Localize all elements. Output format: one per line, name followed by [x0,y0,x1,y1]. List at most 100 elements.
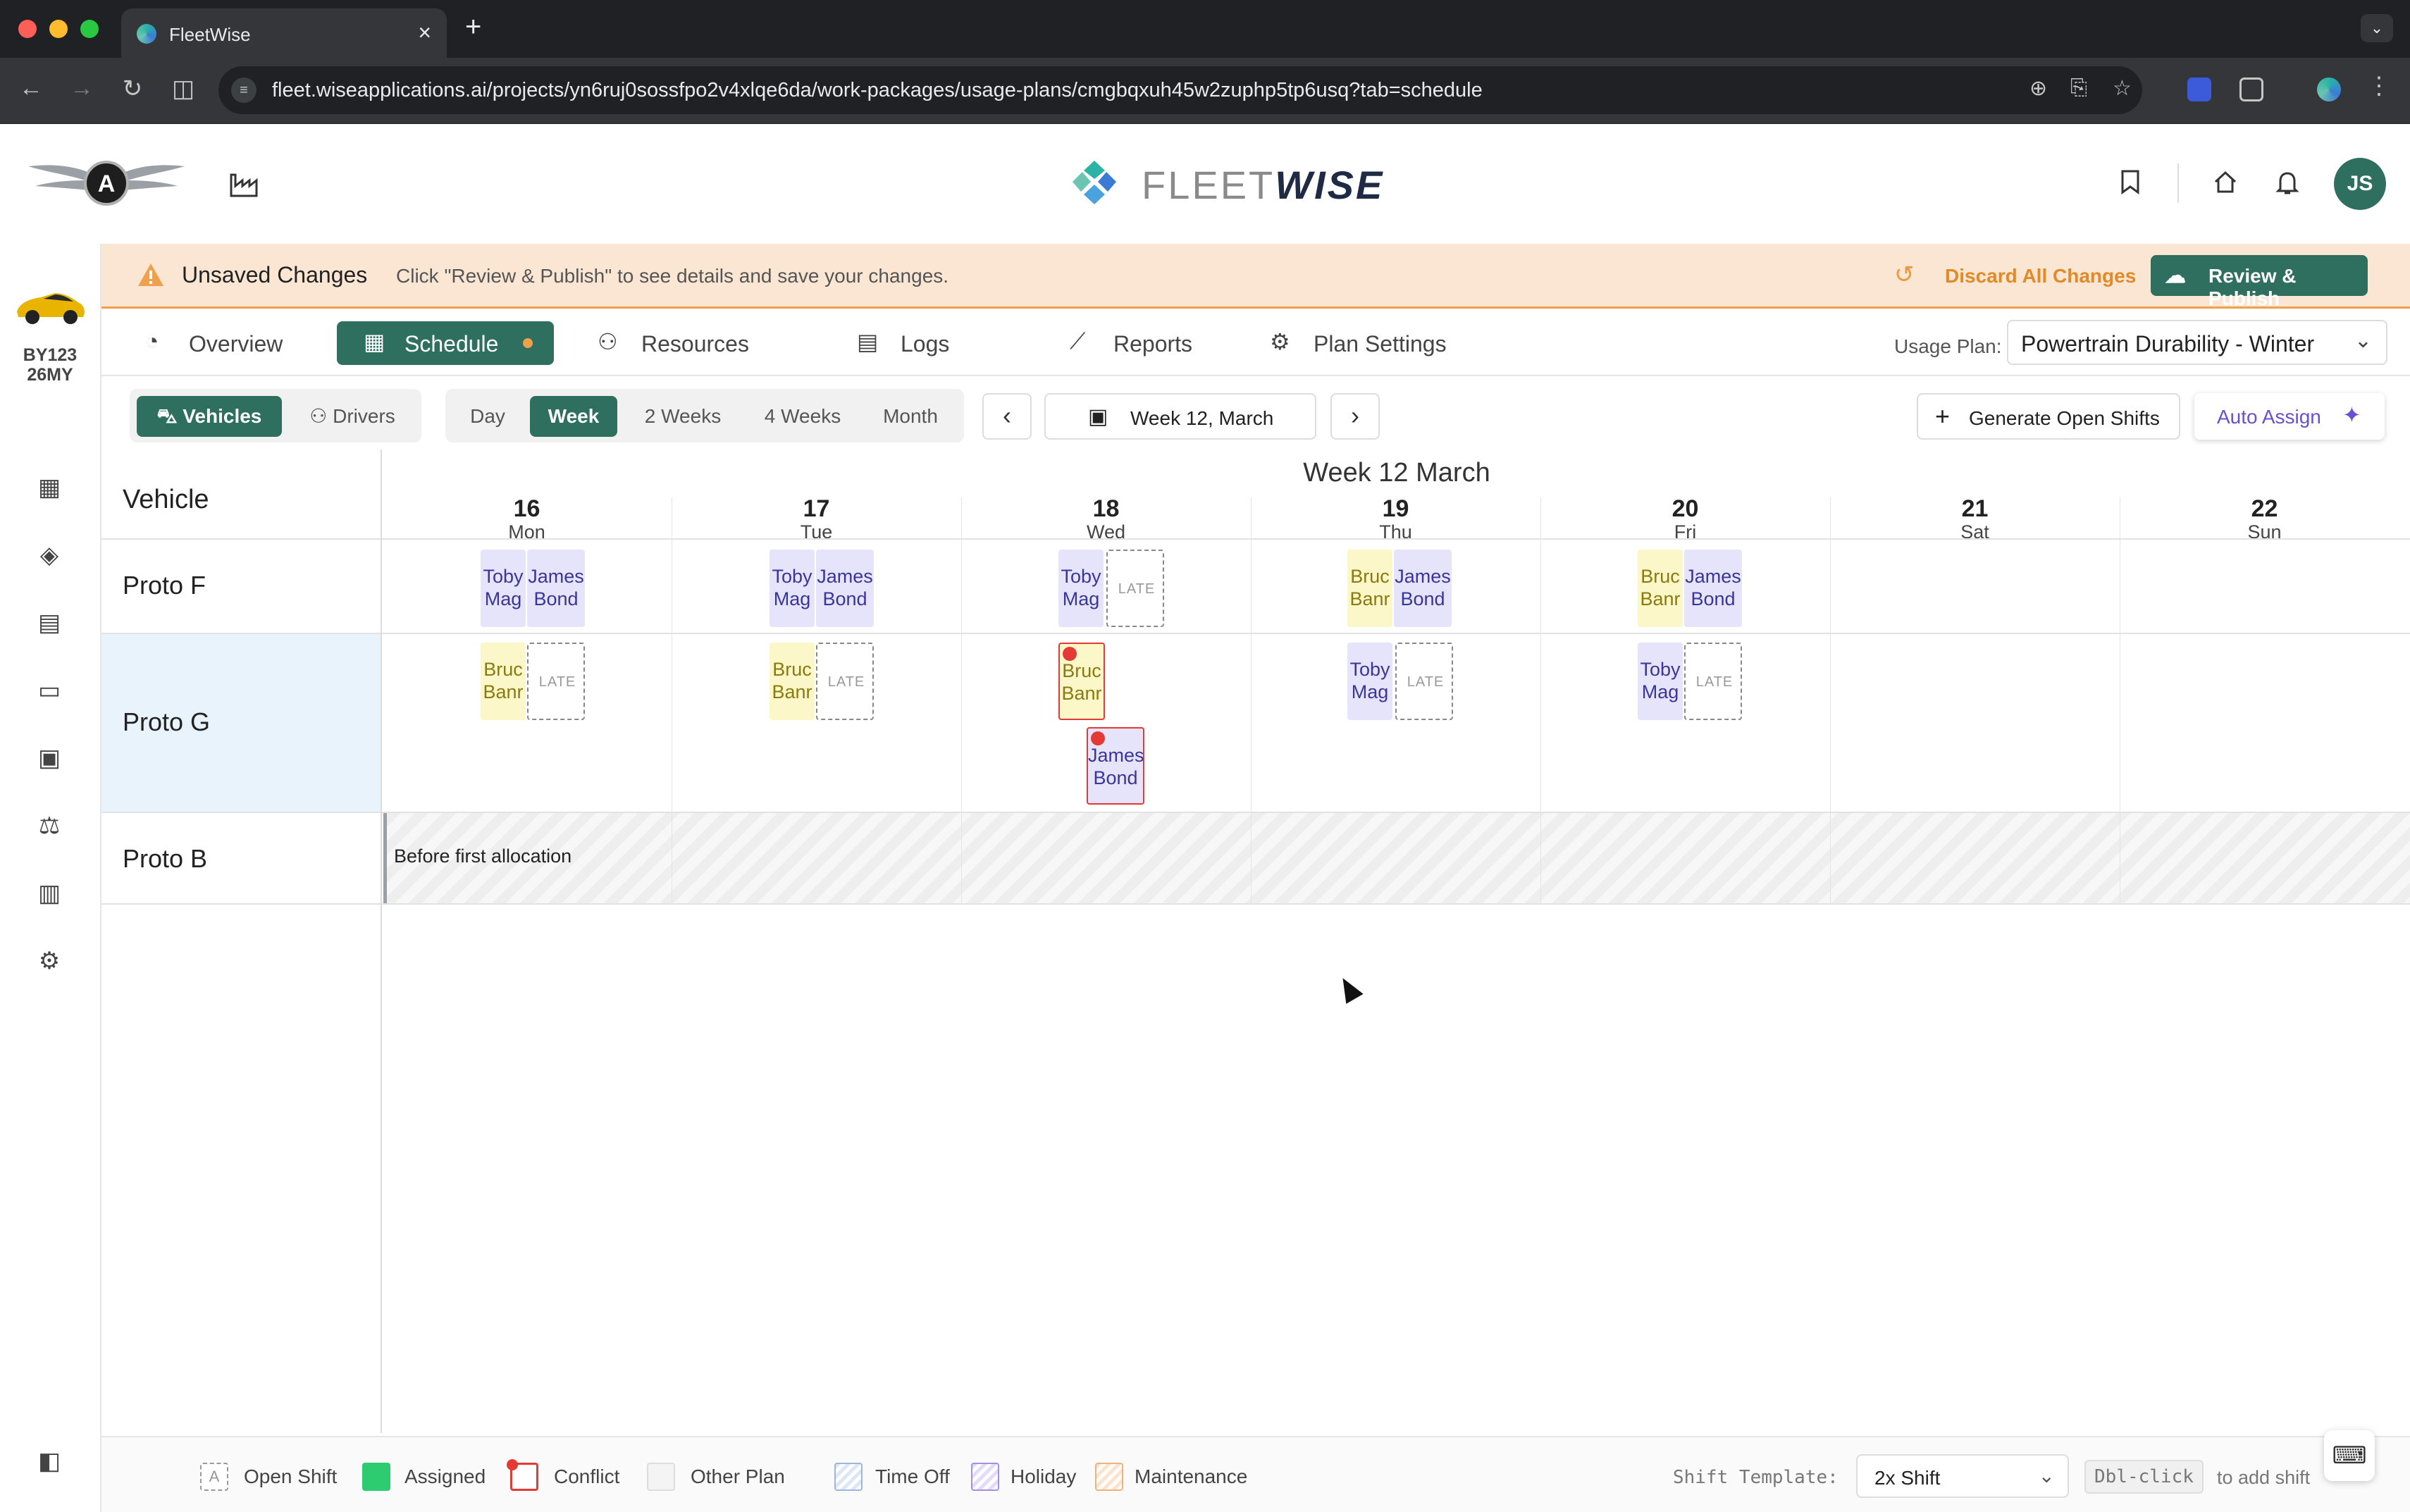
address-url[interactable]: fleet.wiseapplications.ai/projects/yn6ru… [272,79,1483,102]
week-picker-button[interactable]: ▣ Week 12, March [1044,393,1316,440]
install-app-icon[interactable]: ⎘ [2070,76,2087,100]
factory-icon[interactable] [228,171,259,199]
assistant-bot-icon[interactable]: ⌨ [2324,1430,2375,1481]
calendar-icon[interactable]: ▣ [31,740,68,776]
folder-icon[interactable]: ▭ [31,672,68,709]
usage-plan-label: Usage Plan: [1894,335,2002,357]
tab-schedule[interactable]: ▦ Schedule [337,321,554,365]
home-icon[interactable] [2213,169,2238,202]
tab-search-icon[interactable]: ⌄ [2361,14,2393,42]
range-month-button[interactable]: Month [868,396,953,437]
notifications-bell-icon[interactable] [2275,169,2300,203]
previous-week-button[interactable]: ‹ [982,393,1032,440]
window-zoom-button[interactable] [80,20,99,38]
bookmark-star-icon[interactable]: ☆ [2113,76,2132,101]
shift-template-select[interactable]: 2x Shift ⌄ [1856,1454,2069,1498]
tab-plan-settings[interactable]: ⚙ Plan Settings [1270,321,1467,365]
drivers-view-button[interactable]: ⚇ Drivers [289,396,416,437]
legend-time-off: Time Off [875,1465,950,1487]
shift-card[interactable]: James Bond [1684,550,1742,627]
package-box-icon[interactable]: ◈ [31,537,68,574]
reload-icon[interactable]: ↻ [116,75,149,103]
shift-card-conflict[interactable]: James Bond [1087,727,1144,805]
open-shift-late[interactable]: LATE [1395,643,1453,720]
extensions-puzzle-icon[interactable] [2239,78,2263,101]
tab-logs[interactable]: ▤ Logs [857,321,970,365]
split-view-icon[interactable]: ◫ [166,75,200,103]
review-publish-button[interactable]: ☁ Review & Publish [2151,255,2368,309]
open-shift-late[interactable]: LATE [1684,643,1742,720]
legend-maintenance: Maintenance [1135,1465,1248,1487]
company-logo[interactable]: A [25,151,187,213]
clipboard-icon[interactable]: ▤ [31,605,68,641]
sparkles-icon: ✦ [2342,402,2361,428]
address-bar[interactable]: ≡ fleet.wiseapplications.ai/projects/yn6… [218,66,2142,114]
zoom-icon[interactable]: ⊕ [2029,76,2047,101]
plus-icon: + [1935,402,1951,430]
shift-card[interactable]: Toby Mag [481,550,526,627]
grid-line [101,633,2410,634]
settings-gear-icon[interactable]: ⚙ [31,943,68,979]
generate-open-shifts-button[interactable]: + Generate Open Shifts [1917,393,2180,440]
extension-icon[interactable] [2187,78,2211,101]
usage-plan-select[interactable]: Powertrain Durability - Winter ⌄ [2007,320,2387,365]
browser-menu-icon[interactable]: ⋮ [2362,72,2396,100]
next-week-button[interactable]: › [1330,393,1380,440]
browser-tab[interactable]: FleetWise × [121,8,447,58]
shift-card[interactable]: Toby Mag [1058,550,1104,627]
app-header: A FLEETWISE JS [0,124,2410,244]
new-tab-icon[interactable]: + [465,11,481,43]
open-shift-late[interactable]: LATE [527,643,585,720]
row-label-proto-g: Proto G [101,634,381,812]
fleetwise-logo-icon [1073,161,1116,204]
scales-icon[interactable]: ⚖ [31,807,68,844]
undo-icon[interactable]: ↺ [1894,261,1915,289]
banner-message: Click "Review & Publish" to see details … [396,265,949,287]
conflict-badge-icon [1091,731,1105,745]
user-avatar[interactable]: JS [2334,158,2386,210]
day-header: 19 Thu [1379,495,1412,543]
shift-card[interactable]: James Bond [1394,550,1452,627]
collapse-sidebar-icon[interactable]: ◧ [31,1443,68,1480]
shift-card[interactable]: Toby Mag [1638,643,1683,720]
tab-overview[interactable]: ◔ Overview [145,321,300,365]
calendar-icon: ▦ [364,329,385,354]
dashboard-grid-icon[interactable]: ▦ [31,469,68,506]
range-day-button[interactable]: Day [455,396,520,437]
shift-card[interactable]: James Bond [527,550,585,627]
range-2-weeks-button[interactable]: 2 Weeks [630,396,736,437]
shift-card[interactable]: Toby Mag [770,550,815,627]
range-week-button[interactable]: Week [530,396,617,437]
window-close-button[interactable] [18,20,37,38]
site-info-icon[interactable]: ≡ [231,78,257,103]
shift-card[interactable]: James Bond [816,550,874,627]
shift-card[interactable]: Bruc Banr [1347,550,1392,627]
bar-chart-icon[interactable]: ▥ [31,875,68,912]
vehicle-thumbnail[interactable] [13,279,87,331]
profile-icon[interactable] [2317,78,2341,101]
grid-line [101,538,2410,540]
shift-card[interactable]: Bruc Banr [481,643,526,720]
back-icon[interactable]: ← [14,75,48,102]
tab-reports[interactable]: ⟋ Reports [1070,321,1211,365]
unsaved-changes-banner: Unsaved Changes Click "Review & Publish"… [101,244,2410,309]
usage-plan-value: Powertrain Durability - Winter [2021,331,2315,357]
shift-card[interactable]: Bruc Banr [770,643,815,720]
bookmark-icon[interactable] [2120,169,2141,202]
discard-all-changes-button[interactable]: Discard All Changes [1945,265,2136,287]
shift-card[interactable]: Bruc Banr [1638,550,1683,627]
tab-resources[interactable]: ⚇ Resources [598,321,767,365]
forward-icon[interactable]: → [65,75,99,102]
shift-card[interactable]: Toby Mag [1347,643,1392,720]
legend-other-plan: Other Plan [691,1465,785,1487]
day-separator [961,497,962,905]
open-shift-late[interactable]: LATE [816,643,874,720]
window-minimize-button[interactable] [49,20,68,38]
close-tab-icon[interactable]: × [418,20,431,46]
open-shift-late[interactable]: LATE [1106,550,1164,627]
range-4-weeks-button[interactable]: 4 Weeks [750,396,855,437]
shift-card-conflict[interactable]: Bruc Banr [1058,643,1105,720]
auto-assign-button[interactable]: Auto Assign ✦ [2194,393,2385,440]
assigned-swatch [362,1463,390,1491]
vehicles-view-button[interactable]: ⛍ Vehicles [137,396,282,437]
